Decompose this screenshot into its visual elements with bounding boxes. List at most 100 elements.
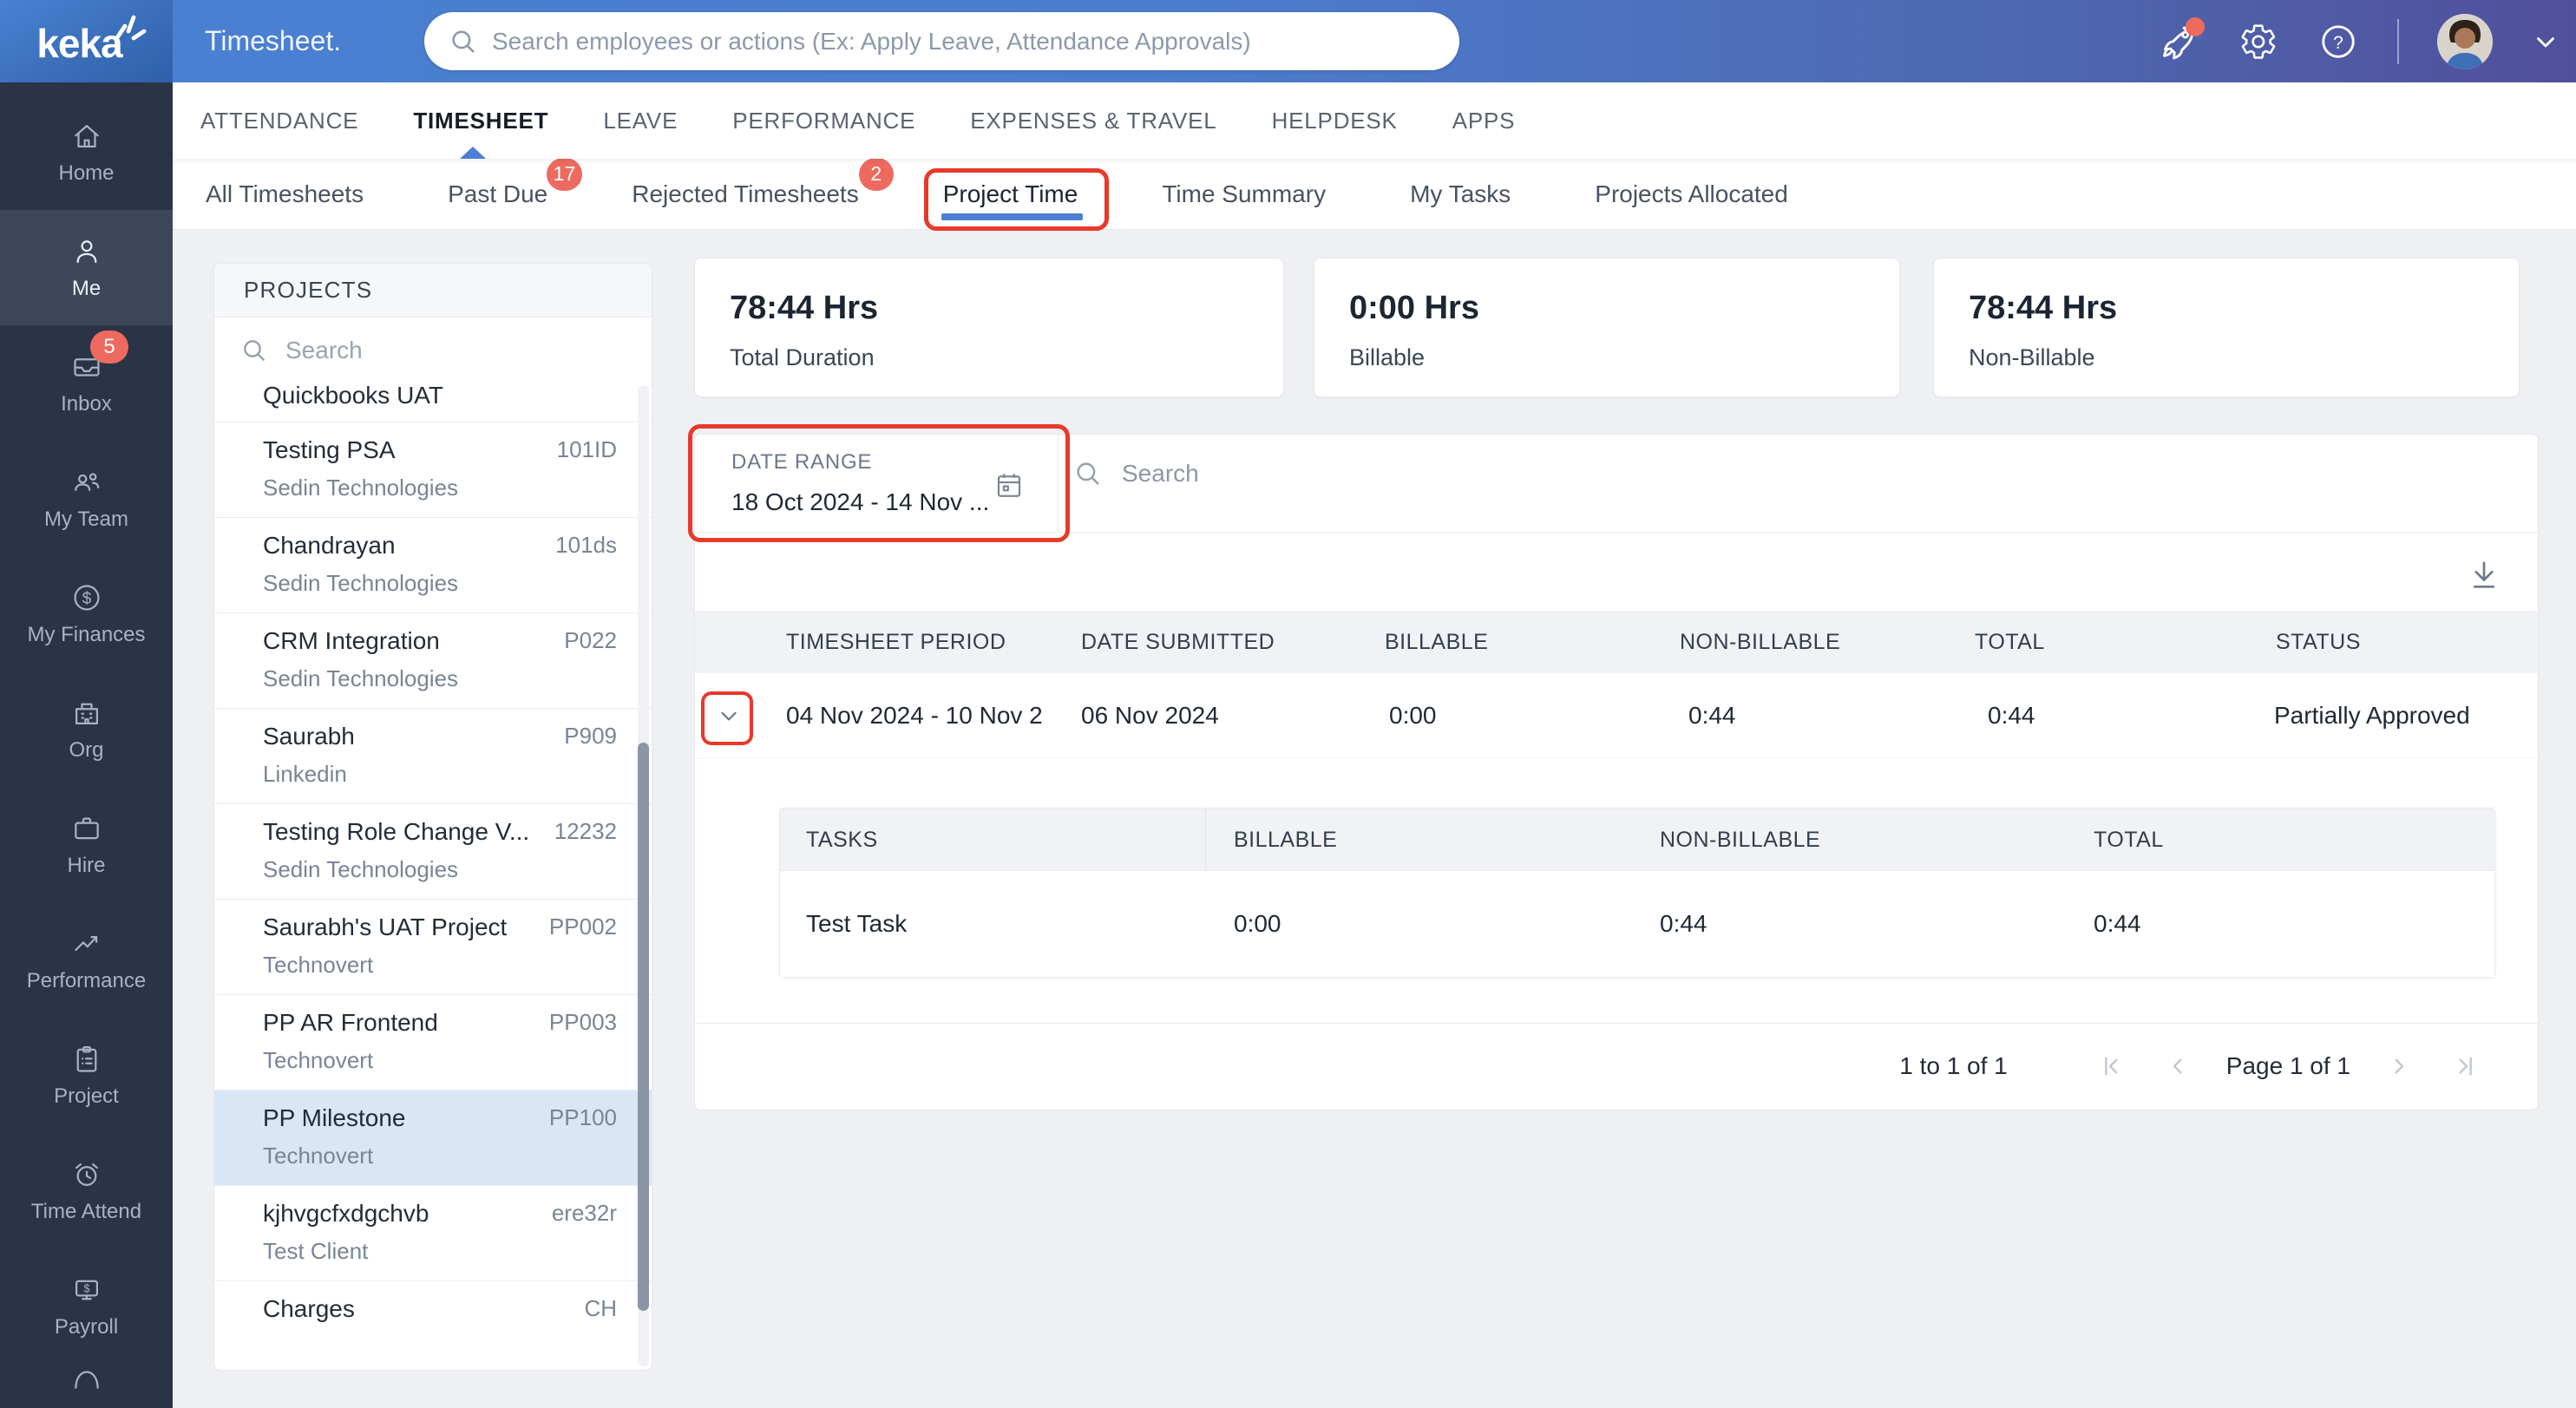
tab-leave[interactable]: LEAVE [603, 108, 678, 134]
project-client: Technovert [263, 1143, 374, 1169]
sidebar-item-project[interactable]: Project [0, 1018, 173, 1133]
project-code: PP100 [548, 1104, 617, 1130]
project-item[interactable]: Charges CH [214, 1280, 652, 1370]
sidebar-item-label: My Finances [27, 622, 146, 646]
project-item[interactable]: kjhvgcfxdgchvb Test Client ere32r [214, 1185, 652, 1280]
settings-button[interactable] [2238, 21, 2279, 62]
trend-up-icon [74, 935, 97, 951]
row-expand-button[interactable] [709, 696, 749, 736]
global-search-input[interactable] [492, 27, 1435, 56]
subtab-past-due[interactable]: Past Due 17 [448, 157, 583, 208]
timesheet-filter-search-input[interactable] [1122, 460, 1556, 488]
project-item[interactable]: PP AR Frontend Technovert PP003 [214, 994, 652, 1090]
download-button[interactable] [2461, 553, 2507, 598]
rejected-badge: 2 [858, 157, 894, 191]
notification-dot [2186, 16, 2205, 36]
project-code: P909 [564, 723, 617, 749]
pagination-page: Page 1 of 1 [2225, 1052, 2350, 1079]
column-header-billable: BILLABLE [1234, 827, 1338, 852]
sidebar-item-inbox[interactable]: 5 Inbox [0, 325, 173, 441]
subtab-project-time[interactable]: Project Time [923, 167, 1110, 231]
timesheet-filter-search[interactable] [1073, 459, 1556, 488]
sidebar-item-me[interactable]: Me [0, 210, 173, 325]
project-item[interactable]: Chandrayan Sedin Technologies 101ds [214, 517, 652, 612]
stat-label: Total Duration [730, 344, 875, 370]
project-name: Charges [263, 1295, 355, 1322]
tab-expenses-travel[interactable]: EXPENSES & TRAVEL [970, 108, 1216, 134]
last-page-button[interactable] [2448, 1049, 2482, 1084]
status-badge: Partially Approved [2274, 702, 2470, 729]
subtab-projects-allocated[interactable]: Projects Allocated [1595, 180, 1788, 208]
sidebar-item-time-attend[interactable]: Time Attend [0, 1133, 173, 1248]
stat-value: 78:44 Hrs [730, 290, 879, 326]
divider [695, 532, 2538, 533]
tab-attendance[interactable]: ATTENDANCE [200, 108, 358, 134]
tab-timesheet[interactable]: TIMESHEET [413, 108, 548, 134]
profile-menu-chevron-icon[interactable] [2531, 27, 2560, 56]
alarm-clock-icon [75, 1162, 98, 1186]
cell-total: 0:44 [1988, 702, 2035, 729]
project-code: 12232 [554, 818, 617, 844]
active-tab-caret [460, 147, 486, 159]
project-item[interactable]: Testing PSA Sedin Technologies 101ID [214, 422, 652, 517]
tab-helpdesk[interactable]: HELPDESK [1272, 108, 1398, 134]
global-search[interactable] [424, 12, 1459, 70]
first-page-button[interactable] [2094, 1049, 2129, 1084]
project-item[interactable]: CRM Integration Sedin Technologies P022 [214, 612, 652, 708]
help-button[interactable]: ? [2317, 21, 2359, 62]
subtab-my-tasks[interactable]: My Tasks [1410, 180, 1511, 208]
svg-text:$: $ [83, 1282, 89, 1294]
sidebar-item-org[interactable]: Org [0, 671, 173, 787]
next-page-button[interactable] [2382, 1049, 2416, 1084]
project-code: P022 [564, 627, 617, 653]
project-client: Sedin Technologies [263, 856, 459, 882]
sidebar-item-my-team[interactable]: My Team [0, 441, 173, 556]
project-code: ere32r [551, 1200, 617, 1226]
projects-search-input[interactable] [285, 337, 572, 364]
sidebar-item-performance[interactable]: Performance [0, 902, 173, 1018]
project-item-partial[interactable]: Quickbooks UAT [214, 383, 652, 422]
search-icon [452, 29, 475, 53]
sidebar-item-home[interactable]: Home [0, 95, 173, 210]
column-header-non-billable: NON-BILLABLE [1680, 629, 1841, 654]
cell-billable: 0:00 [1234, 910, 1281, 937]
date-range-picker[interactable]: DATE RANGE 18 Oct 2024 - 14 Nov ... [695, 435, 1059, 532]
tab-apps[interactable]: APPS [1452, 108, 1516, 134]
project-item[interactable]: Saurabh Linkedin P909 [214, 708, 652, 803]
sidebar-item-label: Org [69, 737, 104, 762]
sidebar-item-label: Project [54, 1084, 119, 1108]
stat-label: Non-Billable [1969, 344, 2095, 370]
calendar-icon [997, 474, 1021, 497]
sidebar-item-label: My Team [44, 507, 128, 531]
previous-page-icon [2173, 1058, 2182, 1074]
announcements-button[interactable] [2158, 16, 2205, 62]
active-subtab-underline [941, 213, 1084, 220]
projects-scrollbar-thumb[interactable] [638, 743, 649, 1311]
subtab-all-timesheets[interactable]: All Timesheets [206, 180, 364, 208]
column-header-status: STATUS [2276, 629, 2361, 654]
project-item[interactable]: Saurabh's UAT Project Technovert PP002 [214, 899, 652, 994]
project-client: Sedin Technologies [263, 570, 459, 596]
gear-icon [2241, 23, 2276, 59]
sidebar-item-payroll[interactable]: $ Payroll [0, 1248, 173, 1364]
main-area: ATTENDANCE TIMESHEET LEAVE PERFORMANCE E… [173, 82, 2576, 1408]
project-item-selected[interactable]: PP Milestone Technovert PP100 [214, 1090, 652, 1185]
past-due-badge: 17 [546, 157, 583, 191]
tab-performance[interactable]: PERFORMANCE [732, 108, 915, 134]
sidebar-item-hire[interactable]: Hire [0, 787, 173, 902]
inbox-badge: 5 [90, 331, 128, 363]
keka-logo[interactable]: keka [0, 0, 173, 82]
project-item[interactable]: Testing Role Change V... Sedin Technolog… [214, 803, 652, 899]
subtab-rejected-timesheets[interactable]: Rejected Timesheets 2 [632, 157, 894, 208]
cell-billable: 0:00 [1389, 702, 1437, 729]
subtab-time-summary[interactable]: Time Summary [1162, 180, 1326, 208]
avatar[interactable] [2437, 13, 2493, 69]
chevron-down-icon [721, 711, 737, 721]
person-icon [76, 239, 96, 263]
sidebar-item-my-finances[interactable]: $ My Finances [0, 556, 173, 671]
stat-card-non-billable: 78:44 Hrs Non-Billable [1933, 258, 2520, 397]
previous-page-button[interactable] [2160, 1049, 2195, 1084]
pagination: 1 to 1 of 1 Page 1 of 1 [695, 1023, 2538, 1110]
topbar-divider [2397, 18, 2399, 64]
projects-search[interactable] [214, 318, 652, 383]
